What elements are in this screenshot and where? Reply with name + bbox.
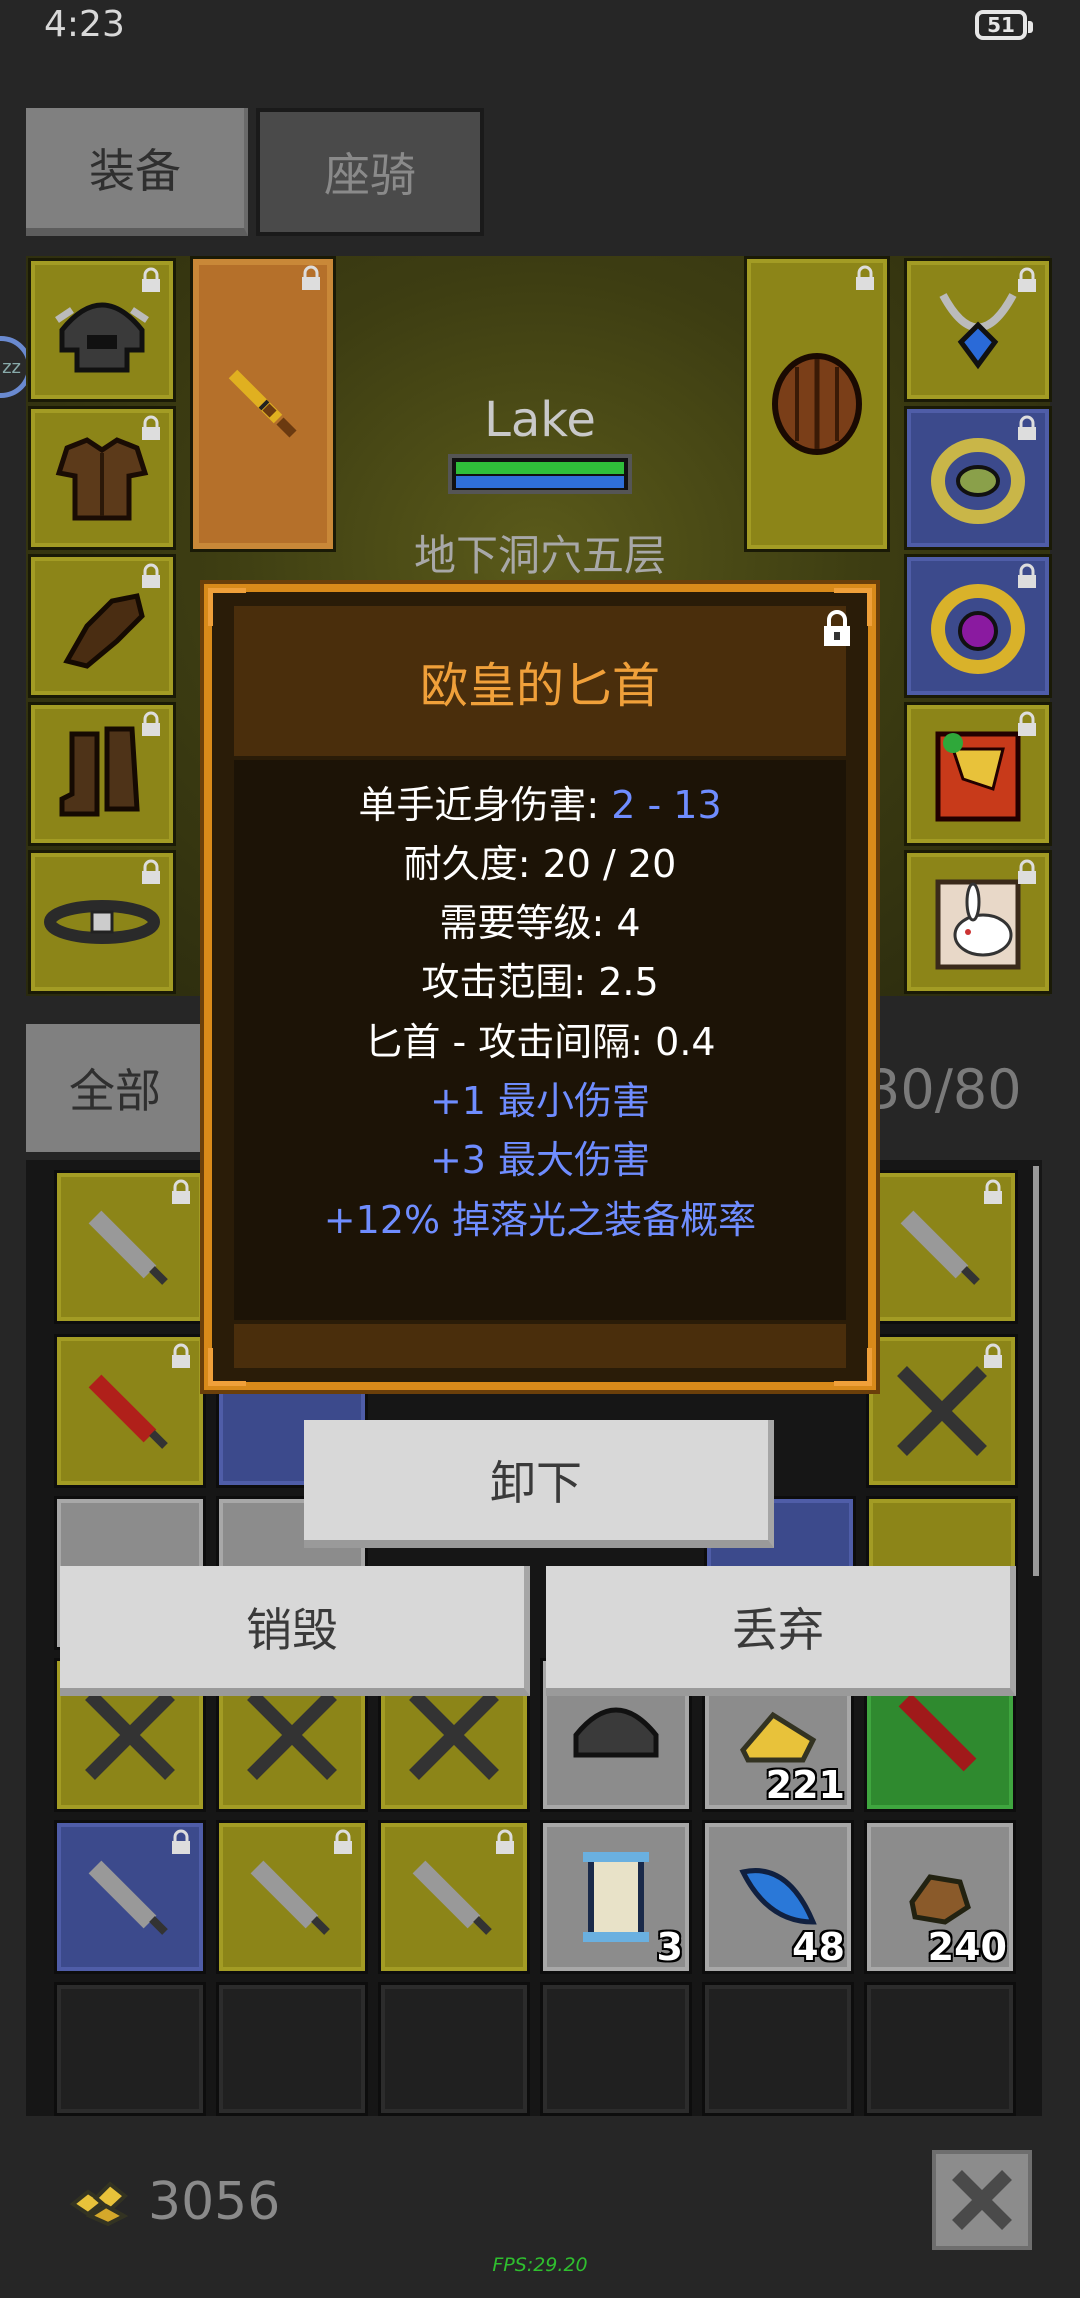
- close-button[interactable]: [932, 2150, 1032, 2250]
- equip-slot-helmet[interactable]: [28, 258, 176, 402]
- equip-slot-belt[interactable]: [28, 850, 176, 994]
- dagger-icon: [250, 1860, 330, 1935]
- lock-icon: [172, 1829, 190, 1854]
- scroll-icon: [583, 1852, 649, 1942]
- lock-icon: [302, 265, 320, 290]
- dagger-icon: [88, 1210, 168, 1285]
- lock-icon: [142, 859, 160, 884]
- lock-icon: [172, 1179, 190, 1204]
- item-count: 48: [792, 1925, 845, 1969]
- tooltip-stats: 单手近身伤害: 2 - 13 耐久度: 20 / 20 需要等级: 4 攻击范围…: [234, 760, 846, 1320]
- close-icon: [952, 2170, 1012, 2230]
- lock-icon: [142, 267, 160, 292]
- crossed-swords-icon: [409, 1690, 499, 1780]
- filter-tab-all[interactable]: 全部: [26, 1024, 204, 1152]
- drop-button[interactable]: 丢弃: [546, 1566, 1016, 1696]
- tab-mount[interactable]: 座骑: [256, 108, 484, 236]
- equip-slot-pet[interactable]: [904, 850, 1052, 994]
- lock-icon: [1018, 267, 1036, 292]
- lock-icon: [496, 1829, 514, 1854]
- inventory-slot[interactable]: [54, 1820, 206, 1974]
- gold-amount: 3056: [148, 2172, 281, 2232]
- bonus-min-damage: +1 最小伤害: [429, 1079, 651, 1123]
- inventory-slot-empty[interactable]: [540, 1982, 692, 2116]
- lock-icon: [984, 1179, 1002, 1204]
- lock-icon: [984, 1343, 1002, 1368]
- status-time: 4:23: [44, 4, 125, 45]
- equip-slot-boots[interactable]: [28, 702, 176, 846]
- lock-icon: [1018, 859, 1036, 884]
- inventory-slot[interactable]: 48: [702, 1820, 854, 1974]
- fps-counter: FPS:29.20: [492, 2254, 588, 2276]
- dagger-icon: [412, 1860, 492, 1935]
- inventory-scrollbar[interactable]: [1033, 1166, 1039, 1576]
- lock-icon: [1018, 711, 1036, 736]
- dagger-icon: [88, 1860, 168, 1935]
- inventory-slot-empty[interactable]: [216, 1982, 368, 2116]
- inventory-slot-empty[interactable]: [702, 1982, 854, 2116]
- stat-interval: 匕首 - 攻击间隔: 0.4: [364, 1020, 716, 1064]
- stat-durability: 耐久度: 20 / 20: [403, 842, 677, 886]
- inventory-slot-empty[interactable]: [378, 1982, 530, 2116]
- belt-icon: [44, 900, 160, 944]
- stat-damage: 单手近身伤害: 2 - 13: [358, 783, 722, 827]
- inventory-slot[interactable]: [216, 1820, 368, 1974]
- helmet-icon: [573, 1707, 659, 1758]
- lock-icon: [334, 1829, 352, 1854]
- red-dagger-icon: [898, 1693, 977, 1772]
- lock-icon: [172, 1343, 190, 1368]
- unequip-button[interactable]: 卸下: [304, 1420, 774, 1548]
- bonus-max-damage: +3 最大伤害: [429, 1138, 651, 1182]
- lock-icon: [856, 265, 874, 290]
- crossed-swords-icon: [247, 1690, 337, 1780]
- inventory-slot[interactable]: [866, 1334, 1018, 1488]
- helmet-icon: [55, 302, 149, 373]
- item-title: 欧皇的匕首: [419, 658, 660, 714]
- item-tooltip: 欧皇的匕首 单手近身伤害: 2 - 13 耐久度: 20 / 20 需要等级: …: [204, 584, 876, 1390]
- inventory-slot[interactable]: [866, 1170, 1018, 1324]
- ore-icon: [909, 1874, 971, 1925]
- player-health-bar: [448, 454, 632, 494]
- stat-level: 需要等级: 4: [439, 901, 641, 945]
- stat-range: 攻击范围: 2.5: [421, 960, 659, 1004]
- equip-slot-necklace[interactable]: [904, 258, 1052, 402]
- inventory-slot[interactable]: [54, 1170, 206, 1324]
- gloves-icon: [63, 593, 145, 669]
- destroy-button[interactable]: 销毁: [60, 1566, 530, 1696]
- game-screen: 4:23 51 zz 装备 座骑 Lake 地下洞穴五层 全部 30/80 22…: [0, 0, 1080, 2298]
- item-count: 221: [765, 1763, 845, 1807]
- battery-icon: 51: [975, 10, 1033, 40]
- inventory-slot-empty[interactable]: [864, 1982, 1016, 2116]
- red-dagger-icon: [88, 1374, 168, 1449]
- bonus-drop-rate: +12% 掉落光之装备概率: [323, 1198, 757, 1242]
- inventory-slot[interactable]: [378, 1820, 530, 1974]
- tab-equipment[interactable]: 装备: [26, 108, 248, 236]
- location-label: 地下洞穴五层: [413, 531, 666, 580]
- tooltip-header: 欧皇的匕首: [234, 606, 846, 756]
- equip-slot-book[interactable]: [904, 702, 1052, 846]
- inventory-slot[interactable]: 240: [864, 1820, 1016, 1974]
- inventory-slot[interactable]: [54, 1334, 206, 1488]
- necklace-icon: [939, 293, 1017, 370]
- gold-ore-icon: [740, 1711, 817, 1763]
- item-count: 240: [927, 1925, 1007, 1969]
- player-name: Lake: [484, 392, 596, 448]
- inventory-slot[interactable]: 3: [540, 1820, 692, 1974]
- gold-coins-icon: [69, 2181, 129, 2226]
- item-count: 3: [656, 1925, 683, 1969]
- tooltip-footer: [234, 1324, 846, 1368]
- crossed-swords-icon: [897, 1366, 987, 1456]
- dagger-icon: [900, 1210, 980, 1285]
- lock-toggle-icon[interactable]: [820, 608, 854, 648]
- crossed-swords-icon: [85, 1690, 175, 1780]
- lock-icon: [142, 711, 160, 736]
- inventory-capacity: 30/80: [866, 1058, 1022, 1121]
- inventory-slot-empty[interactable]: [54, 1982, 206, 2116]
